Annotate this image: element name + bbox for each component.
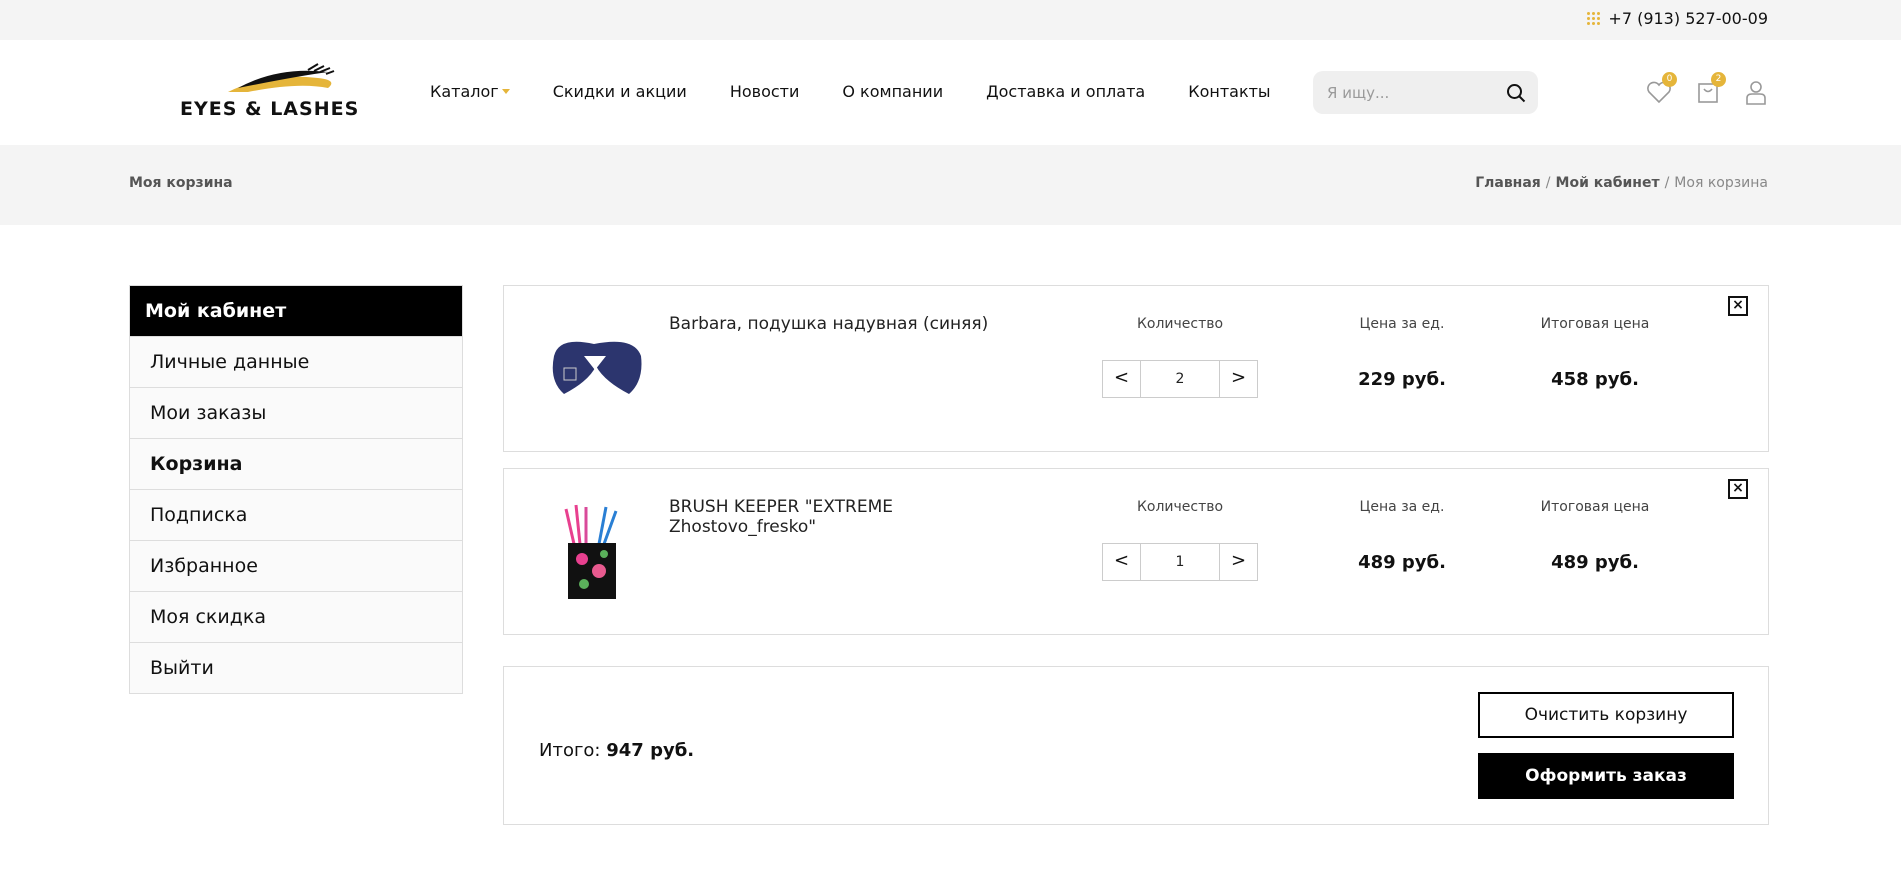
quantity-value[interactable]: 1 [1140, 544, 1220, 580]
site-header: EYES & LASHES Каталог Скидки и акции Нов… [0, 40, 1901, 145]
top-bar: +7 (913) 527-00-09 [0, 0, 1901, 40]
breadcrumb-home[interactable]: Главная [1475, 175, 1541, 191]
quantity-label: Количество [1136, 316, 1224, 332]
decrease-quantity-button[interactable]: < [1103, 544, 1140, 580]
product-name[interactable]: BRUSH KEEPER "EXTREME Zhostovo_fresko" [669, 497, 1029, 537]
cart-button[interactable]: 2 [1694, 72, 1726, 106]
quantity-stepper: < 1 > [1102, 543, 1258, 581]
cart-total-label: Итого: [539, 740, 601, 761]
quantity-label: Количество [1136, 499, 1224, 515]
cart-item: BRUSH KEEPER "EXTREME Zhostovo_fresko" К… [503, 468, 1769, 635]
cart-item: Barbara, подушка надувная (синяя) Количе… [503, 285, 1769, 452]
breadcrumb-current: Моя корзина [1674, 175, 1768, 191]
nav-discounts[interactable]: Скидки и акции [553, 82, 687, 101]
wishlist-count-badge: 0 [1662, 72, 1677, 87]
place-order-button[interactable]: Оформить заказ [1478, 753, 1734, 799]
phone-contact[interactable]: +7 (913) 527-00-09 [1587, 9, 1768, 28]
nav-catalog[interactable]: Каталог [430, 82, 510, 101]
cart-summary: Итого: 947 руб. Очистить корзину Оформит… [503, 666, 1769, 825]
phone-icon [1587, 12, 1601, 25]
sidebar-item-cart[interactable]: Корзина [130, 438, 462, 489]
sidebar-item-orders[interactable]: Мои заказы [130, 387, 462, 438]
increase-quantity-button[interactable]: > [1220, 544, 1257, 580]
account-button[interactable] [1742, 78, 1770, 106]
breadcrumb-separator: / [1664, 175, 1670, 191]
nav-delivery[interactable]: Доставка и оплата [986, 82, 1145, 101]
sidebar-item-subscription[interactable]: Подписка [130, 489, 462, 540]
decrease-quantity-button[interactable]: < [1103, 361, 1140, 397]
account-sidebar: Мой кабинет Личные данные Мои заказы Кор… [129, 285, 463, 694]
sidebar-item-favorites[interactable]: Избранное [130, 540, 462, 591]
page-title: Моя корзина [129, 175, 233, 191]
cart-total: Итого: 947 руб. [539, 740, 694, 761]
breadcrumb: Главная / Мой кабинет / Моя корзина [1475, 175, 1768, 191]
quantity-stepper: < 2 > [1102, 360, 1258, 398]
phone-number[interactable]: +7 (913) 527-00-09 [1608, 9, 1768, 28]
remove-item-button[interactable]: × [1728, 296, 1748, 316]
user-icon [1746, 81, 1766, 105]
product-image-pillow[interactable] [544, 316, 649, 421]
sidebar-item-logout[interactable]: Выйти [130, 642, 462, 693]
nav-news[interactable]: Новости [730, 82, 800, 101]
remove-item-button[interactable]: × [1728, 479, 1748, 499]
unit-price-label: Цена за ед. [1359, 316, 1445, 332]
search-box [1313, 71, 1538, 114]
sidebar-item-personal-data[interactable]: Личные данные [130, 336, 462, 387]
main-nav: Каталог Скидки и акции Новости О компани… [430, 82, 1314, 101]
chevron-down-icon [501, 89, 510, 94]
wishlist-button[interactable]: 0 [1645, 72, 1677, 106]
product-name[interactable]: Barbara, подушка надувная (синяя) [669, 314, 1029, 334]
logo[interactable]: EYES & LASHES [178, 62, 378, 126]
sidebar-item-discount[interactable]: Моя скидка [130, 591, 462, 642]
unit-price: 489 руб. [1358, 552, 1446, 573]
sidebar-title: Мой кабинет [130, 286, 462, 336]
total-price: 458 руб. [1551, 369, 1639, 390]
total-price: 489 руб. [1551, 552, 1639, 573]
nav-about[interactable]: О компании [842, 82, 943, 101]
product-image-brush-keeper[interactable] [544, 499, 649, 604]
total-price-label: Итоговая цена [1540, 316, 1650, 332]
breadcrumb-band: Моя корзина Главная / Мой кабинет / Моя … [0, 145, 1901, 225]
increase-quantity-button[interactable]: > [1220, 361, 1257, 397]
search-input[interactable] [1327, 71, 1497, 114]
total-price-label: Итоговая цена [1540, 499, 1650, 515]
quantity-value[interactable]: 2 [1140, 361, 1220, 397]
breadcrumb-cabinet[interactable]: Мой кабинет [1556, 175, 1660, 191]
nav-catalog-label: Каталог [430, 82, 499, 101]
unit-price-label: Цена за ед. [1359, 499, 1445, 515]
cart-total-value: 947 руб. [606, 740, 695, 761]
clear-cart-button[interactable]: Очистить корзину [1478, 692, 1734, 738]
breadcrumb-separator: / [1545, 175, 1551, 191]
unit-price: 229 руб. [1358, 369, 1446, 390]
cart-count-badge: 2 [1711, 72, 1726, 87]
logo-text: EYES & LASHES [180, 98, 360, 120]
nav-contacts[interactable]: Контакты [1188, 82, 1270, 101]
eyelash-logo-icon [228, 63, 335, 92]
search-icon[interactable] [1506, 83, 1526, 103]
